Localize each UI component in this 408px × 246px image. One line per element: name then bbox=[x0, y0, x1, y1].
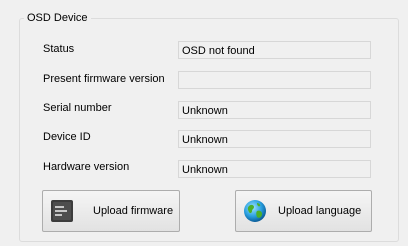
group-title: OSD Device bbox=[24, 11, 91, 25]
hardware-version-field: Unknown bbox=[178, 160, 371, 178]
device-id-field: Unknown bbox=[178, 130, 371, 148]
device-id-label: Device ID bbox=[43, 131, 91, 143]
upload-language-label: Upload language bbox=[278, 205, 362, 217]
serial-number-field: Unknown bbox=[178, 101, 371, 119]
upload-firmware-button[interactable]: Upload firmware bbox=[42, 190, 180, 232]
status-label: Status bbox=[43, 43, 75, 55]
upload-language-button[interactable]: Upload language bbox=[235, 190, 372, 232]
status-field: OSD not found bbox=[178, 41, 371, 59]
firmware-version-label: Present firmware version bbox=[43, 73, 165, 85]
chip-icon bbox=[50, 199, 74, 223]
firmware-version-field bbox=[178, 71, 371, 89]
serial-number-label: Serial number bbox=[43, 102, 112, 114]
upload-firmware-label: Upload firmware bbox=[93, 205, 174, 217]
globe-icon bbox=[243, 199, 267, 223]
hardware-version-label: Hardware version bbox=[43, 161, 130, 173]
